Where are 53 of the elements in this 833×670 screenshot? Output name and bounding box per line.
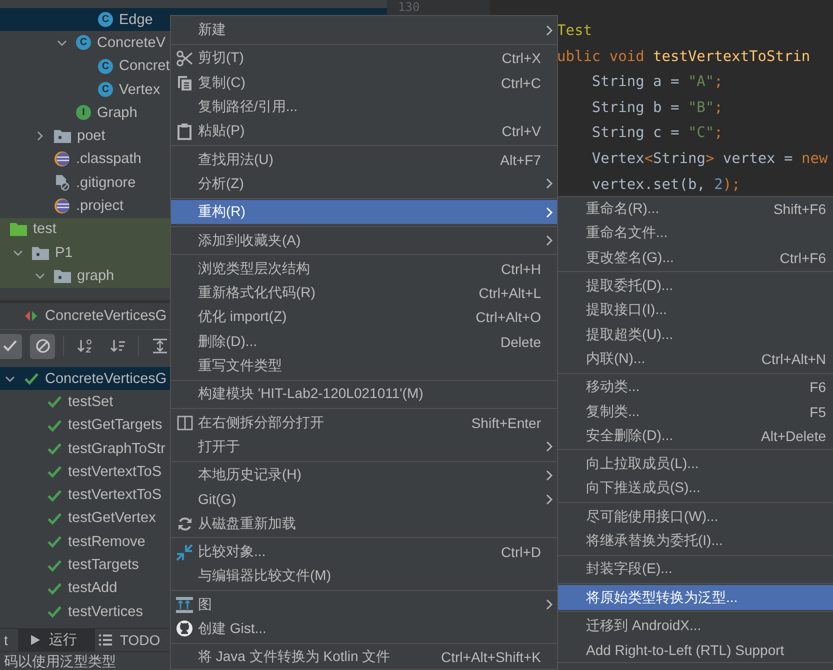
shortcut-label: Ctrl+D <box>500 544 541 560</box>
test-name: testVertextToS <box>68 464 162 480</box>
tree-item-label: Graph <box>97 104 138 121</box>
test-name: testGetVertex <box>68 510 156 526</box>
test-name: ConcreteVerticesG <box>45 370 167 387</box>
shortcut-label: Ctrl+Alt+O <box>476 309 541 326</box>
shortcut-label: Alt+F7 <box>500 152 541 168</box>
shortcut-label: Shift+F6 <box>773 201 826 218</box>
tree-item-label: .gitignore <box>76 174 136 191</box>
tree-item-label: ConcreteV <box>97 34 166 51</box>
code-line: String a = "A"; <box>590 73 724 92</box>
shortcut-label: F5 <box>810 404 826 420</box>
shortcut-label: Alt+Delete <box>761 428 826 444</box>
shortcut-label: F6 <box>810 379 826 396</box>
class-icon: C <box>76 35 91 50</box>
class-icon: C <box>98 12 113 28</box>
test-name: testTargets <box>68 557 139 574</box>
tree-item-label: poet <box>77 128 106 144</box>
shortcut-label: Ctrl+Alt+N <box>761 350 826 367</box>
code-line: Test <box>557 22 593 41</box>
code-line: vertex.set(b, 2); <box>590 176 742 195</box>
test-name: testGetTargets <box>68 417 162 434</box>
tree-item-label: .project <box>76 198 124 214</box>
shortcut-label: Shift+Enter <box>471 414 541 431</box>
test-name: testVertextToS <box>68 487 162 504</box>
shortcut-label: Ctrl+F6 <box>780 250 826 266</box>
test-name: testGraphToStr <box>68 440 166 457</box>
shortcut-label: Ctrl+V <box>502 123 541 140</box>
tree-item-label: Edge <box>119 12 153 28</box>
shortcut-label: Delete <box>500 334 541 350</box>
test-name: testAdd <box>68 580 118 596</box>
tree-item-label: Concret <box>119 58 170 74</box>
code-line: String b = "B"; <box>590 98 724 118</box>
code-line: Vertex<String> vertex = new <box>590 150 829 169</box>
code-line: String c = "C"; <box>590 124 724 144</box>
tree-item-label: P1 <box>55 244 73 261</box>
test-name: testSet <box>68 394 114 410</box>
interface-icon: I <box>76 105 91 120</box>
shortcut-label: Ctrl+C <box>500 74 541 91</box>
class-icon: C <box>98 58 113 74</box>
test-name: testVertices <box>68 604 143 620</box>
test-name: testRemove <box>68 534 146 550</box>
tree-item-label: .classpath <box>76 151 142 168</box>
tree-item-label: Vertex <box>119 82 160 98</box>
code-line: ublic void testVertextToStrin <box>557 48 812 67</box>
shortcut-label: Ctrl+H <box>500 260 541 277</box>
shortcut-label: Ctrl+Alt+L <box>478 285 541 302</box>
class-icon: C <box>98 82 113 98</box>
shortcut-label: Ctrl+Alt+Shift+K <box>441 649 541 666</box>
tree-item-label: graph <box>77 268 114 284</box>
tree-item-label: test <box>33 221 56 238</box>
shortcut-label: Ctrl+X <box>502 50 541 66</box>
status-text: 码以使用泛型类型 <box>3 653 116 670</box>
